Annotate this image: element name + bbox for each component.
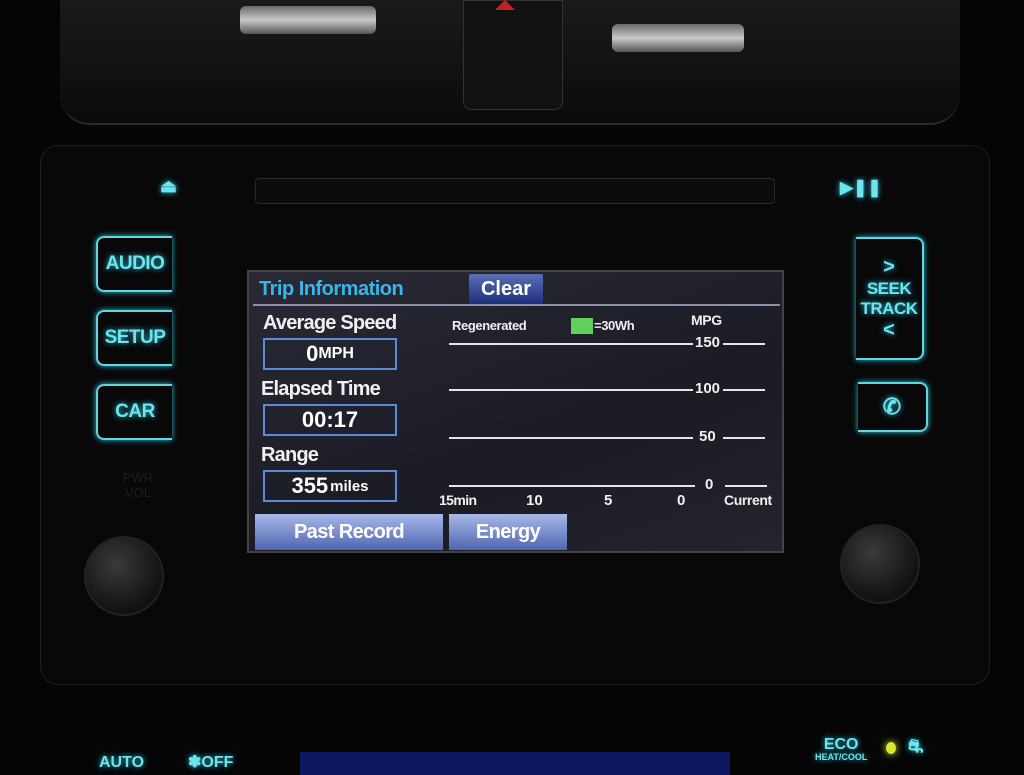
track-label: TRACK — [860, 298, 919, 318]
heat-cool-label: HEAT/COOL — [815, 752, 868, 762]
y-tick-150: 150 — [695, 334, 721, 351]
auto-climate-button[interactable]: AUTO — [99, 754, 144, 772]
tab-past-record[interactable]: Past Record — [255, 514, 443, 550]
x-axis — [449, 485, 695, 487]
hazard-button[interactable] — [463, 0, 563, 110]
gridline-150 — [449, 343, 693, 345]
regenerated-label: Regenerated — [452, 318, 527, 333]
gridline-100 — [449, 389, 693, 391]
audio-button[interactable]: AUDIO — [96, 236, 172, 292]
audio-label: AUDIO — [105, 253, 165, 274]
cd-slot — [255, 178, 775, 204]
average-speed-label: Average Speed — [263, 312, 397, 334]
speed-unit: MPH — [318, 345, 354, 362]
chevron-right-icon: > — [883, 255, 895, 278]
fan-off-button[interactable]: ✽OFF — [188, 752, 233, 772]
phone-button[interactable]: ✆ — [858, 382, 928, 432]
legend-swatch — [571, 318, 593, 334]
eject-icon[interactable]: ⏏ — [160, 176, 177, 197]
page-title: Trip Information — [259, 278, 404, 300]
current-label: Current — [724, 492, 772, 508]
car-button[interactable]: CAR — [96, 384, 172, 440]
fan-icon: ✽ — [188, 754, 202, 771]
hazard-icon — [495, 0, 515, 10]
clear-button[interactable]: Clear — [469, 274, 543, 304]
pwr-vol-label: PWR VOL — [122, 470, 154, 500]
seek-track-button[interactable]: > SEEK TRACK < — [856, 237, 924, 360]
speed-number: 0 — [306, 341, 319, 366]
y-axis-label: MPG — [691, 312, 722, 328]
chevron-left-icon: < — [883, 318, 895, 341]
x-tick-15min: 15min — [439, 492, 477, 508]
legend-value: =30Wh — [594, 318, 635, 333]
tune-knob[interactable] — [840, 524, 920, 604]
range-unit: miles — [330, 477, 369, 495]
tab-energy[interactable]: Energy — [449, 514, 567, 550]
x-tick-0: 0 — [677, 492, 686, 509]
gridline-50-current — [723, 437, 765, 439]
x-tick-5: 5 — [604, 492, 613, 509]
indicator-light — [886, 742, 896, 754]
x-tick-10: 10 — [526, 492, 543, 509]
range-value: 355 miles — [263, 470, 397, 502]
range-number: 355 — [291, 473, 329, 498]
seek-label: SEEK — [866, 278, 912, 298]
eco-label: ECO — [823, 736, 859, 753]
volume-knob[interactable] — [84, 536, 164, 616]
gridline-150-current — [723, 343, 765, 345]
setup-button[interactable]: SETUP — [96, 310, 172, 366]
x-axis-current — [725, 485, 767, 487]
vent-slat[interactable] — [240, 6, 376, 34]
y-tick-0: 0 — [705, 476, 714, 493]
fan-off-label: OFF — [201, 754, 234, 771]
car-label: CAR — [115, 401, 155, 422]
gridline-100-current — [723, 389, 765, 391]
touchscreen: Trip Information Clear Average Speed 0 MP… — [247, 270, 784, 553]
vent-slat[interactable] — [612, 24, 744, 52]
y-tick-100: 100 — [695, 380, 721, 397]
divider — [253, 304, 780, 306]
setup-label: SETUP — [104, 327, 166, 348]
eco-button[interactable]: ECO HEAT/COOL — [815, 737, 867, 762]
average-speed-value: 0 MPH — [263, 338, 397, 370]
climate-display — [300, 752, 730, 775]
elapsed-time-value: 00:17 — [263, 404, 397, 436]
y-tick-50: 50 — [699, 428, 716, 445]
range-label: Range — [261, 444, 319, 466]
play-pause-icon[interactable]: ▶❚❚ — [840, 178, 882, 198]
passenger-airbag-icon: ⛐ — [908, 736, 924, 756]
phone-icon: ✆ — [882, 394, 902, 419]
elapsed-time-label: Elapsed Time — [261, 378, 381, 400]
gridline-50 — [449, 437, 693, 439]
